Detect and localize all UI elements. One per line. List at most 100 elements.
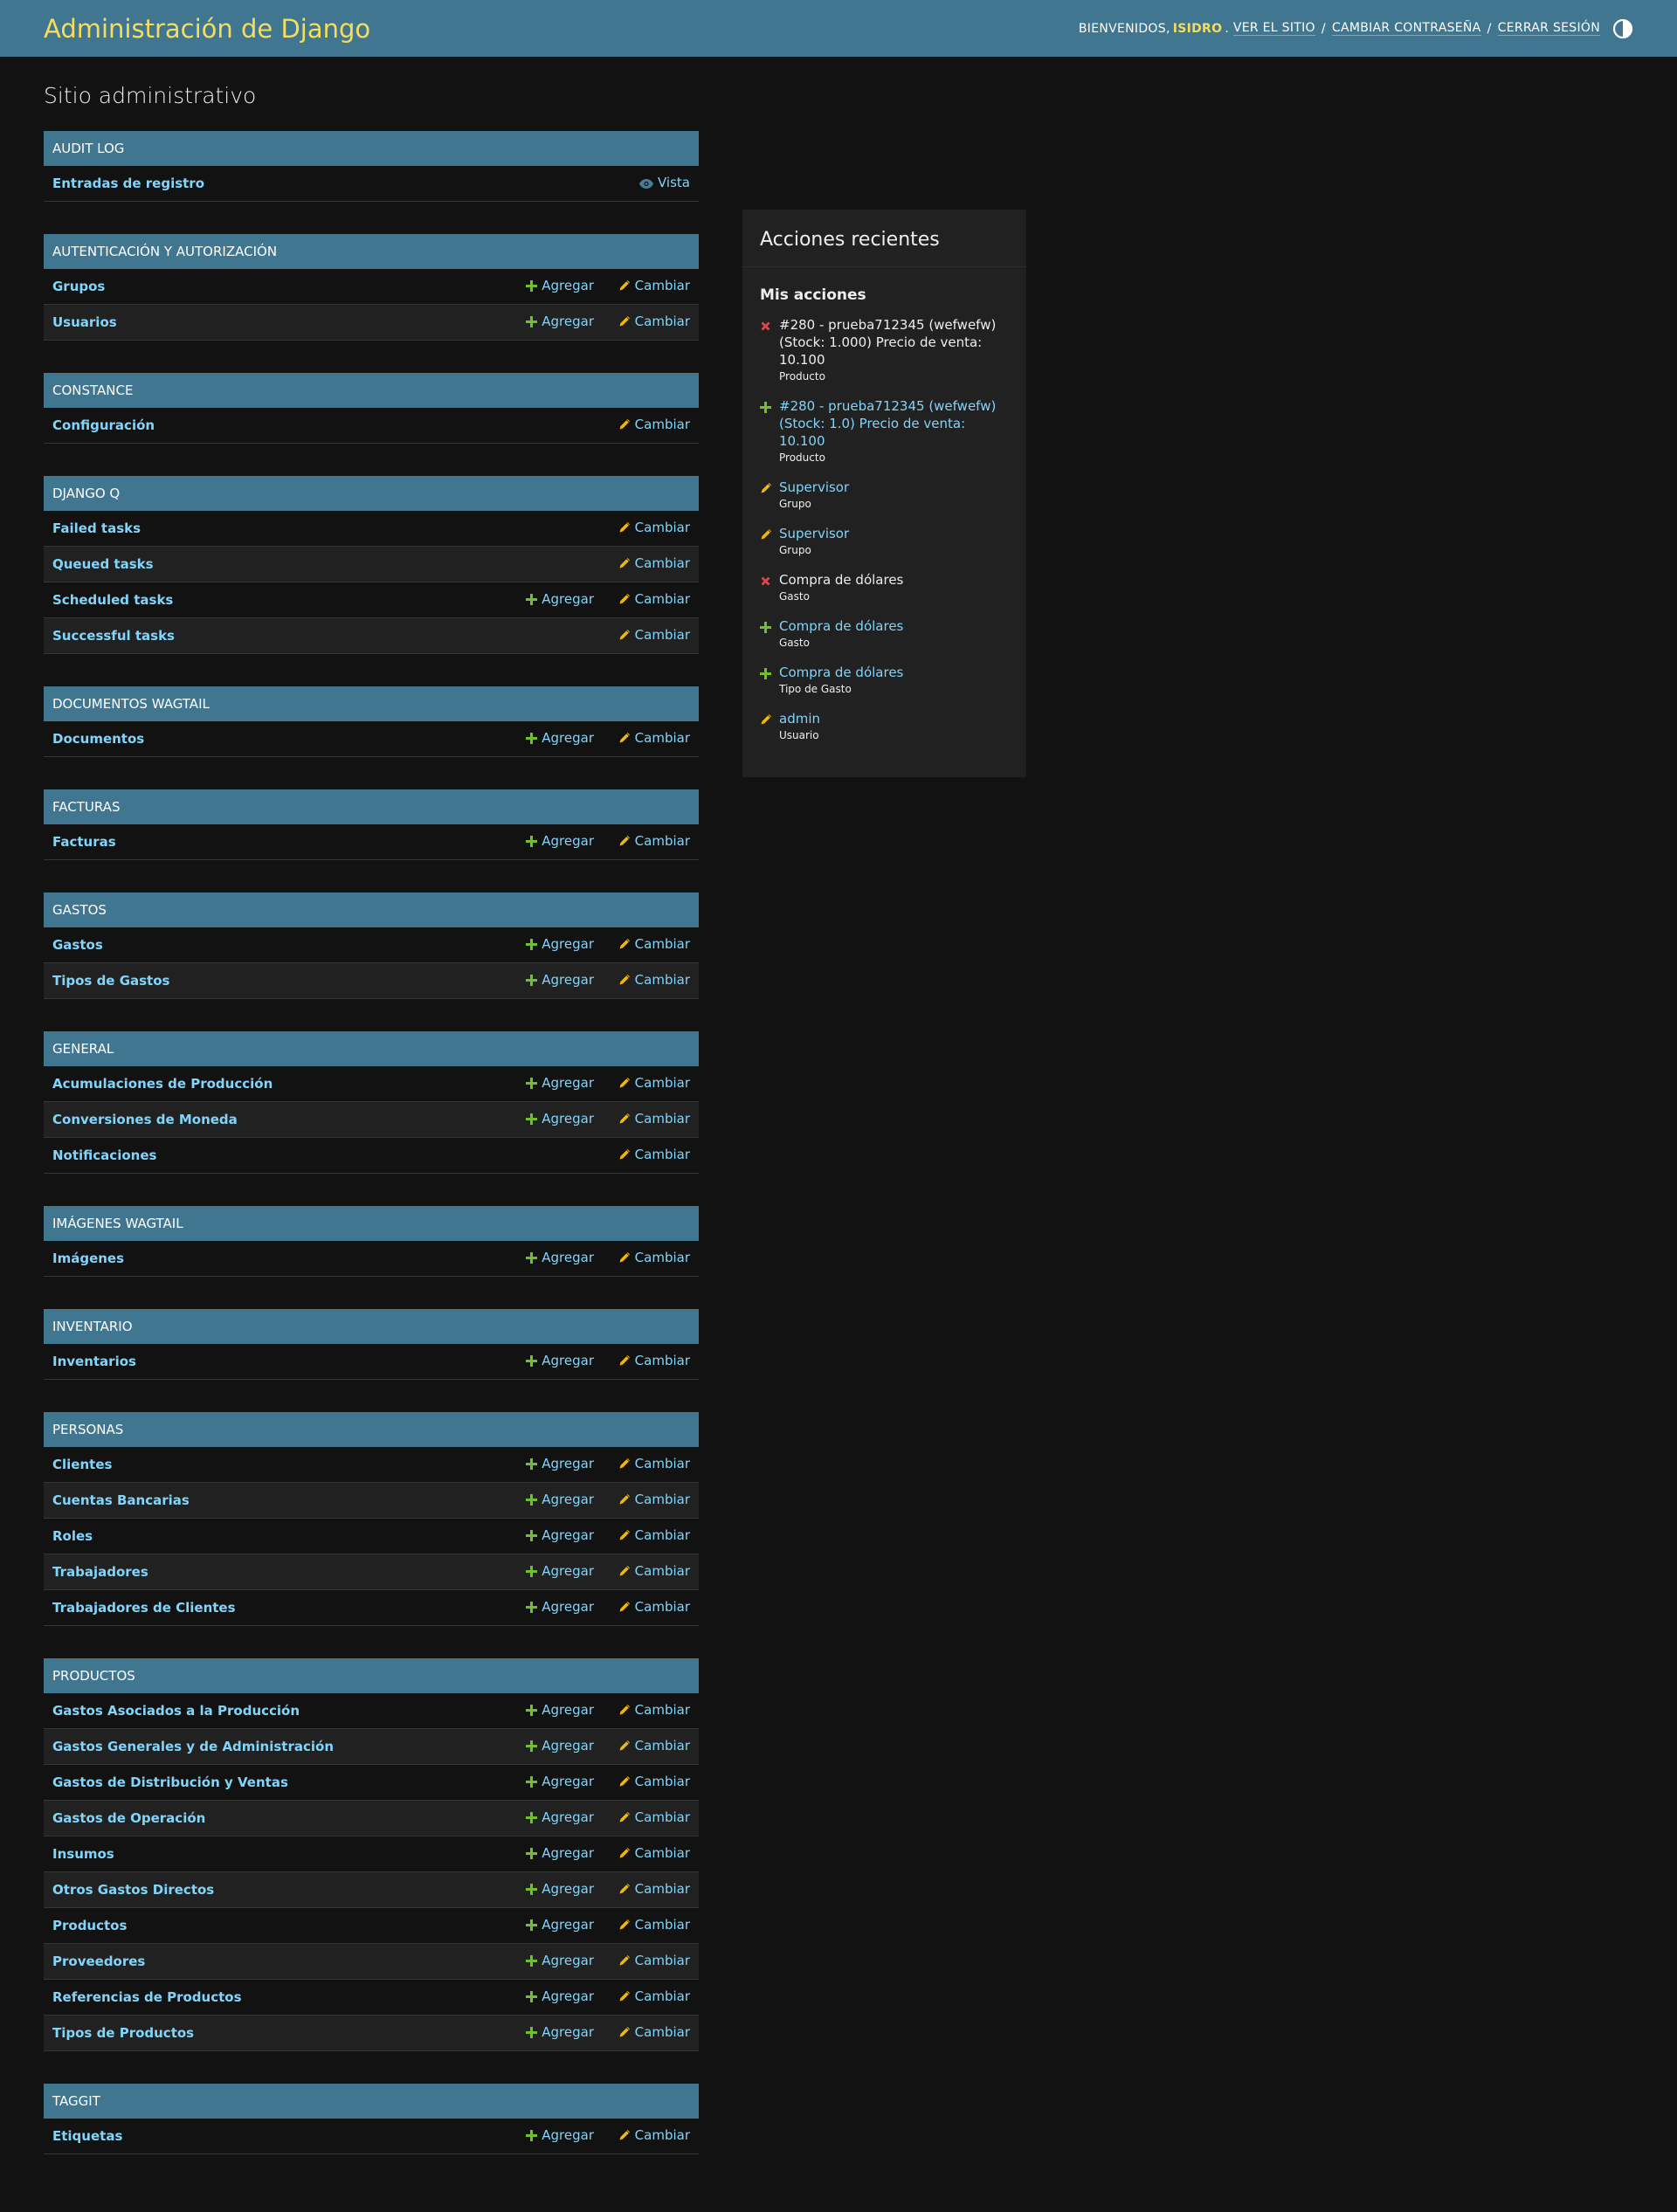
model-link[interactable]: Gastos xyxy=(52,937,500,953)
change-link[interactable]: Cambiar xyxy=(594,417,690,434)
add-link[interactable]: Agregar xyxy=(500,1702,594,1719)
add-link[interactable]: Agregar xyxy=(500,2127,594,2145)
model-link[interactable]: Imágenes xyxy=(52,1251,500,1266)
recent-action-link[interactable]: Supervisor xyxy=(779,479,1009,496)
recent-action-link[interactable]: Compra de dólares xyxy=(779,664,1009,681)
change-link[interactable]: Cambiar xyxy=(594,1527,690,1545)
model-link[interactable]: Gastos Generales y de Administración xyxy=(52,1739,500,1754)
change-link[interactable]: Cambiar xyxy=(594,1111,690,1128)
add-link[interactable]: Agregar xyxy=(500,1111,594,1128)
model-link[interactable]: Successful tasks xyxy=(52,628,500,644)
model-link[interactable]: Notificaciones xyxy=(52,1147,500,1163)
change-link[interactable]: Cambiar xyxy=(594,520,690,537)
add-link[interactable]: Agregar xyxy=(500,1738,594,1755)
model-link[interactable]: Facturas xyxy=(52,834,500,850)
model-link[interactable]: Entradas de registro xyxy=(52,176,500,191)
change-link[interactable]: Cambiar xyxy=(594,972,690,989)
recent-action-link[interactable]: Supervisor xyxy=(779,525,1009,542)
change-link[interactable]: Cambiar xyxy=(594,1774,690,1791)
app-caption[interactable]: Constance xyxy=(44,373,699,408)
change-link[interactable]: Cambiar xyxy=(594,1953,690,1970)
recent-action-link[interactable]: #280 - prueba712345 (wefwefw) (Stock: 1.… xyxy=(779,397,1009,450)
model-link[interactable]: Trabajadores xyxy=(52,1564,500,1580)
change-link[interactable]: Cambiar xyxy=(594,591,690,609)
model-link[interactable]: Trabajadores de Clientes xyxy=(52,1600,500,1616)
model-link[interactable]: Otros Gastos Directos xyxy=(52,1882,500,1898)
add-link[interactable]: Agregar xyxy=(500,2024,594,2042)
add-link[interactable]: Agregar xyxy=(500,1988,594,2006)
change-link[interactable]: Cambiar xyxy=(594,936,690,954)
model-link[interactable]: Inventarios xyxy=(52,1354,500,1369)
app-caption[interactable]: Imágenes Wagtail xyxy=(44,1206,699,1241)
add-link[interactable]: Agregar xyxy=(500,1774,594,1791)
change-link[interactable]: Cambiar xyxy=(594,1353,690,1370)
app-caption[interactable]: General xyxy=(44,1031,699,1066)
change-password-link[interactable]: Cambiar contraseña xyxy=(1331,21,1481,36)
change-link[interactable]: Cambiar xyxy=(594,1702,690,1719)
logout-link[interactable]: Cerrar sesión xyxy=(1497,21,1600,36)
model-link[interactable]: Tipos de Gastos xyxy=(52,973,500,989)
change-link[interactable]: Cambiar xyxy=(594,1881,690,1898)
change-link[interactable]: Cambiar xyxy=(594,1917,690,1934)
model-link[interactable]: Roles xyxy=(52,1528,500,1544)
model-link[interactable]: Productos xyxy=(52,1918,500,1933)
model-link[interactable]: Gastos de Operación xyxy=(52,1810,500,1826)
change-link[interactable]: Cambiar xyxy=(594,1738,690,1755)
change-link[interactable]: Cambiar xyxy=(594,833,690,851)
app-caption[interactable]: Productos xyxy=(44,1658,699,1693)
add-link[interactable]: Agregar xyxy=(500,1953,594,1970)
model-link[interactable]: Failed tasks xyxy=(52,520,500,536)
change-link[interactable]: Cambiar xyxy=(594,730,690,748)
app-caption[interactable]: Taggit xyxy=(44,2084,699,2119)
change-link[interactable]: Cambiar xyxy=(594,1492,690,1509)
add-link[interactable]: Agregar xyxy=(500,1563,594,1581)
model-link[interactable]: Proveedores xyxy=(52,1954,500,1969)
add-link[interactable]: Agregar xyxy=(500,1809,594,1827)
model-link[interactable]: Documentos xyxy=(52,731,500,747)
add-link[interactable]: Agregar xyxy=(500,1845,594,1863)
contrast-icon[interactable] xyxy=(1612,18,1633,39)
model-link[interactable]: Cuentas Bancarias xyxy=(52,1492,500,1508)
app-caption[interactable]: Audit log xyxy=(44,131,699,166)
change-link[interactable]: Cambiar xyxy=(594,1250,690,1267)
change-link[interactable]: Cambiar xyxy=(594,1988,690,2006)
add-link[interactable]: Agregar xyxy=(500,1075,594,1092)
app-caption[interactable]: Django Q xyxy=(44,476,699,511)
app-caption[interactable]: Inventario xyxy=(44,1309,699,1344)
add-link[interactable]: Agregar xyxy=(500,1492,594,1509)
change-link[interactable]: Cambiar xyxy=(594,1563,690,1581)
model-link[interactable]: Usuarios xyxy=(52,314,500,330)
app-caption[interactable]: Gastos xyxy=(44,892,699,927)
add-link[interactable]: Agregar xyxy=(500,1456,594,1473)
model-link[interactable]: Tipos de Productos xyxy=(52,2025,500,2041)
change-link[interactable]: Cambiar xyxy=(594,1845,690,1863)
model-link[interactable]: Scheduled tasks xyxy=(52,592,500,608)
change-link[interactable]: Cambiar xyxy=(594,555,690,573)
add-link[interactable]: Agregar xyxy=(500,1353,594,1370)
add-link[interactable]: Agregar xyxy=(500,972,594,989)
add-link[interactable]: Agregar xyxy=(500,1527,594,1545)
change-link[interactable]: Cambiar xyxy=(594,1147,690,1164)
add-link[interactable]: Agregar xyxy=(500,1917,594,1934)
model-link[interactable]: Gastos Asociados a la Producción xyxy=(52,1703,500,1719)
add-link[interactable]: Agregar xyxy=(500,278,594,295)
add-link[interactable]: Agregar xyxy=(500,1599,594,1616)
add-link[interactable]: Agregar xyxy=(500,314,594,331)
app-caption[interactable]: Facturas xyxy=(44,789,699,824)
change-link[interactable]: Cambiar xyxy=(594,1075,690,1092)
change-link[interactable]: Cambiar xyxy=(594,2024,690,2042)
recent-action-link[interactable]: Compra de dólares xyxy=(779,617,1009,635)
model-link[interactable]: Queued tasks xyxy=(52,556,500,572)
add-link[interactable]: Agregar xyxy=(500,936,594,954)
model-link[interactable]: Etiquetas xyxy=(52,2128,500,2144)
app-caption[interactable]: Personas xyxy=(44,1412,699,1447)
site-branding[interactable]: Administración de Django xyxy=(44,14,370,44)
change-link[interactable]: Cambiar xyxy=(594,1809,690,1827)
add-link[interactable]: Agregar xyxy=(500,591,594,609)
change-link[interactable]: Cambiar xyxy=(594,278,690,295)
change-link[interactable]: Cambiar xyxy=(594,627,690,644)
recent-action-link[interactable]: admin xyxy=(779,710,1009,727)
change-link[interactable]: Cambiar xyxy=(594,314,690,331)
model-link[interactable]: Configuración xyxy=(52,417,500,433)
app-caption[interactable]: Autenticación y autorización xyxy=(44,234,699,269)
